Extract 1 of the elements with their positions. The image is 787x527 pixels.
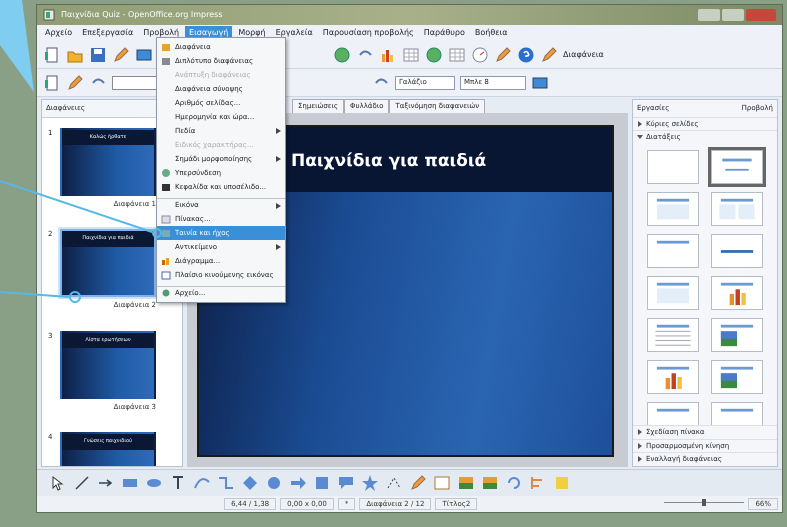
window-title: Παιχνίδια Quiz - OpenOffice.org Impress xyxy=(61,9,222,21)
